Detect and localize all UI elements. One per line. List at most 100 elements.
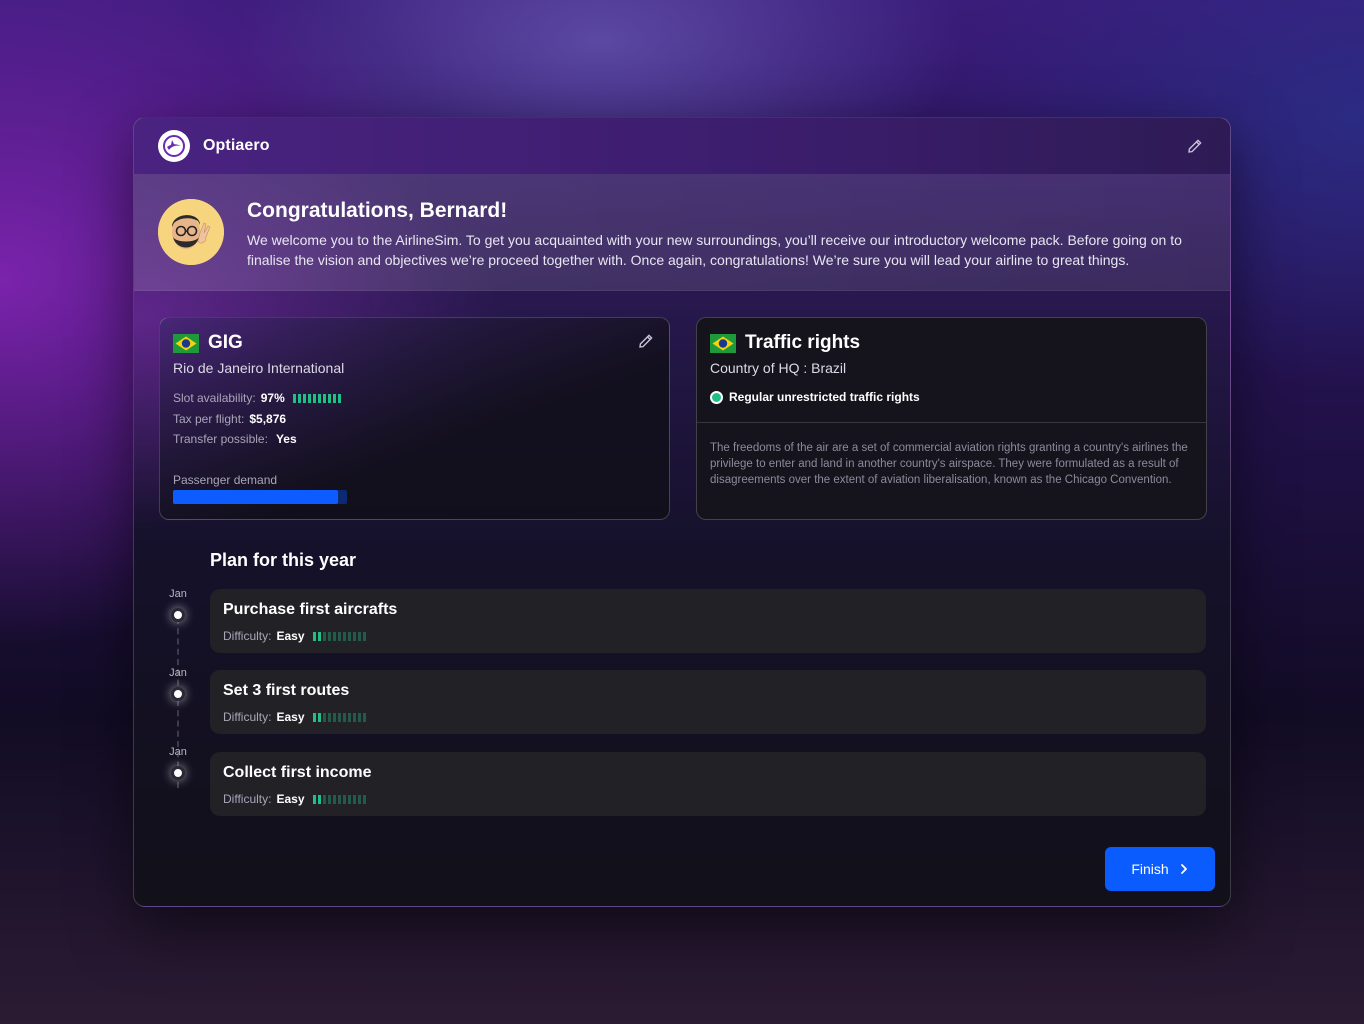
meter-segment <box>353 632 356 641</box>
meter-segment <box>338 713 341 722</box>
airport-card[interactable]: GIG Rio de Janeiro International Slot av… <box>159 317 670 520</box>
meter-segment <box>328 394 331 403</box>
plan-item[interactable]: Purchase first aircrafts Difficulty: Eas… <box>210 589 1206 653</box>
meter-segment <box>323 394 326 403</box>
difficulty-label: Difficulty: <box>223 710 271 724</box>
traffic-title: Traffic rights <box>745 332 860 354</box>
plan-item-difficulty: Difficulty: Easy <box>223 629 366 643</box>
plan-item[interactable]: Set 3 first routes Difficulty: Easy <box>210 670 1206 734</box>
meter-segment <box>333 713 336 722</box>
meter-segment <box>328 632 331 641</box>
slot-availability: Slot availability: 97% <box>173 391 341 405</box>
avatar <box>158 199 224 265</box>
difficulty-value: Easy <box>276 629 304 643</box>
timeline-month: Jan <box>159 667 197 679</box>
edit-icon[interactable] <box>1186 137 1204 155</box>
brazil-flag-icon <box>173 334 199 353</box>
difficulty-value: Easy <box>276 792 304 806</box>
airport-header: GIG <box>173 332 243 354</box>
meter-segment <box>363 795 366 804</box>
divider <box>697 422 1206 423</box>
meter-segment <box>313 795 316 804</box>
meter-segment <box>358 795 361 804</box>
airport-code: GIG <box>208 332 243 354</box>
meter-segment <box>338 394 341 403</box>
difficulty-meter <box>313 632 366 641</box>
timeline-month: Jan <box>159 746 197 758</box>
meter-segment <box>313 713 316 722</box>
meter-segment <box>328 795 331 804</box>
timeline-dot-icon <box>171 608 185 622</box>
meter-segment <box>363 713 366 722</box>
top-bar: Optiaero <box>134 118 1230 174</box>
meter-segment <box>333 632 336 641</box>
finish-button[interactable]: Finish <box>1105 847 1215 891</box>
onboarding-panel: Optiaero Congratulations, Bernard! <box>133 117 1231 907</box>
welcome-message: We welcome you to the AirlineSim. To get… <box>247 230 1197 270</box>
finish-label: Finish <box>1131 861 1168 877</box>
traffic-header: Traffic rights <box>710 332 860 354</box>
traffic-subtitle: Country of HQ : Brazil <box>710 360 846 376</box>
welcome-banner: Congratulations, Bernard! We welcome you… <box>134 174 1230 291</box>
meter-segment <box>338 795 341 804</box>
timeline-month: Jan <box>159 588 197 600</box>
meter-segment <box>313 394 316 403</box>
app-background: Optiaero Congratulations, Bernard! <box>0 0 1364 1024</box>
chevron-right-icon <box>1179 863 1189 875</box>
transfer-label: Transfer possible: <box>173 432 268 446</box>
plan-item-difficulty: Difficulty: Easy <box>223 792 366 806</box>
traffic-description: The freedoms of the air are a set of com… <box>710 440 1190 488</box>
timeline-dot-icon <box>171 766 185 780</box>
difficulty-meter <box>313 795 366 804</box>
slot-value: 97% <box>261 391 285 405</box>
brand-logo-icon <box>158 130 190 162</box>
meter-segment <box>338 632 341 641</box>
traffic-rights-card: Traffic rights Country of HQ : Brazil Re… <box>696 317 1207 520</box>
meter-segment <box>323 795 326 804</box>
slot-level-meter <box>293 394 341 403</box>
plan-item-difficulty: Difficulty: Easy <box>223 710 366 724</box>
meter-segment <box>328 713 331 722</box>
meter-segment <box>293 394 296 403</box>
plan-title: Plan for this year <box>210 550 356 571</box>
slot-label: Slot availability: <box>173 391 256 405</box>
passenger-demand-bar <box>173 490 347 504</box>
meter-segment <box>298 394 301 403</box>
meter-segment <box>358 632 361 641</box>
meter-segment <box>353 713 356 722</box>
plan-item[interactable]: Collect first income Difficulty: Easy <box>210 752 1206 816</box>
difficulty-label: Difficulty: <box>223 629 271 643</box>
airport-name: Rio de Janeiro International <box>173 360 344 376</box>
meter-segment <box>358 713 361 722</box>
meter-segment <box>323 632 326 641</box>
radio-selected-icon[interactable] <box>710 391 723 404</box>
meter-segment <box>333 394 336 403</box>
plan-item-title: Collect first income <box>223 764 371 782</box>
tax-label: Tax per flight: <box>173 412 244 426</box>
brand-name: Optiaero <box>203 137 270 155</box>
meter-segment <box>303 394 306 403</box>
timeline-marker: Jan <box>159 667 197 711</box>
meter-segment <box>318 795 321 804</box>
timeline-marker: Jan <box>159 746 197 790</box>
meter-segment <box>363 632 366 641</box>
meter-segment <box>343 713 346 722</box>
meter-segment <box>333 795 336 804</box>
difficulty-meter <box>313 713 366 722</box>
timeline-marker: Jan <box>159 588 197 632</box>
timeline-dot-icon <box>171 687 185 701</box>
meter-segment <box>313 632 316 641</box>
difficulty-value: Easy <box>276 710 304 724</box>
passenger-demand-label: Passenger demand <box>173 473 277 487</box>
meter-segment <box>308 394 311 403</box>
traffic-option[interactable]: Regular unrestricted traffic rights <box>710 390 920 404</box>
plan-item-title: Purchase first aircrafts <box>223 601 397 619</box>
tax-per-flight: Tax per flight: $5,876 <box>173 412 286 426</box>
edit-airport-icon[interactable] <box>637 332 655 350</box>
meter-segment <box>343 795 346 804</box>
meter-segment <box>353 795 356 804</box>
meter-segment <box>323 713 326 722</box>
meter-segment <box>348 795 351 804</box>
plan-item-title: Set 3 first routes <box>223 682 349 700</box>
meter-segment <box>348 713 351 722</box>
